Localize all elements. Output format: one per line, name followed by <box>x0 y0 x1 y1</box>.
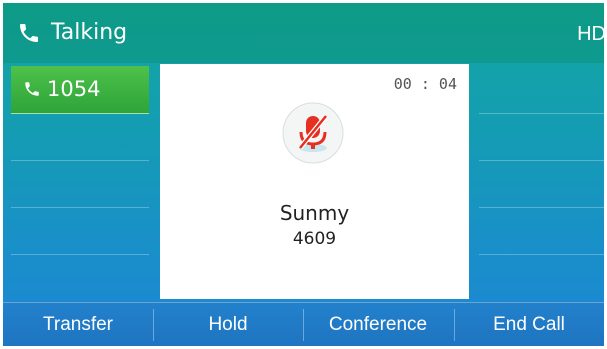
line-key-column: 1054 <box>3 64 153 302</box>
line-key-empty[interactable] <box>11 254 149 301</box>
phone-screen: Talking HD 1054 00 : 04 Sunmy 4609 Trans… <box>3 3 604 346</box>
contact-name: Sunmy <box>279 201 350 225</box>
hold-button[interactable]: Hold <box>153 303 303 346</box>
active-call-card: 00 : 04 Sunmy 4609 <box>160 64 469 299</box>
call-duration: 00 : 04 <box>393 75 457 93</box>
conference-button[interactable]: Conference <box>303 303 453 346</box>
end-call-button[interactable]: End Call <box>454 303 604 346</box>
right-key-empty[interactable] <box>479 66 604 114</box>
line-key-empty[interactable] <box>11 160 149 208</box>
line-key-empty[interactable] <box>11 113 149 161</box>
hd-audio-indicator: HD <box>577 23 604 45</box>
contact-number: 4609 <box>292 229 337 249</box>
soft-key-bar: Transfer Hold Conference End Call <box>3 302 604 346</box>
right-key-empty[interactable] <box>479 113 604 161</box>
call-state-title: Talking <box>51 20 128 45</box>
right-key-empty[interactable] <box>479 207 604 255</box>
line-key-1054[interactable]: 1054 <box>11 66 149 114</box>
line-key-empty[interactable] <box>11 207 149 255</box>
phone-handset-icon <box>20 24 38 42</box>
muted-microphone-icon <box>282 102 344 164</box>
transfer-button[interactable]: Transfer <box>3 303 153 346</box>
phone-handset-icon <box>25 82 39 96</box>
status-bar: Talking HD <box>3 3 604 63</box>
right-key-column <box>479 64 604 302</box>
right-key-empty[interactable] <box>479 254 604 301</box>
line-key-label: 1054 <box>47 77 101 101</box>
right-key-empty[interactable] <box>479 160 604 208</box>
